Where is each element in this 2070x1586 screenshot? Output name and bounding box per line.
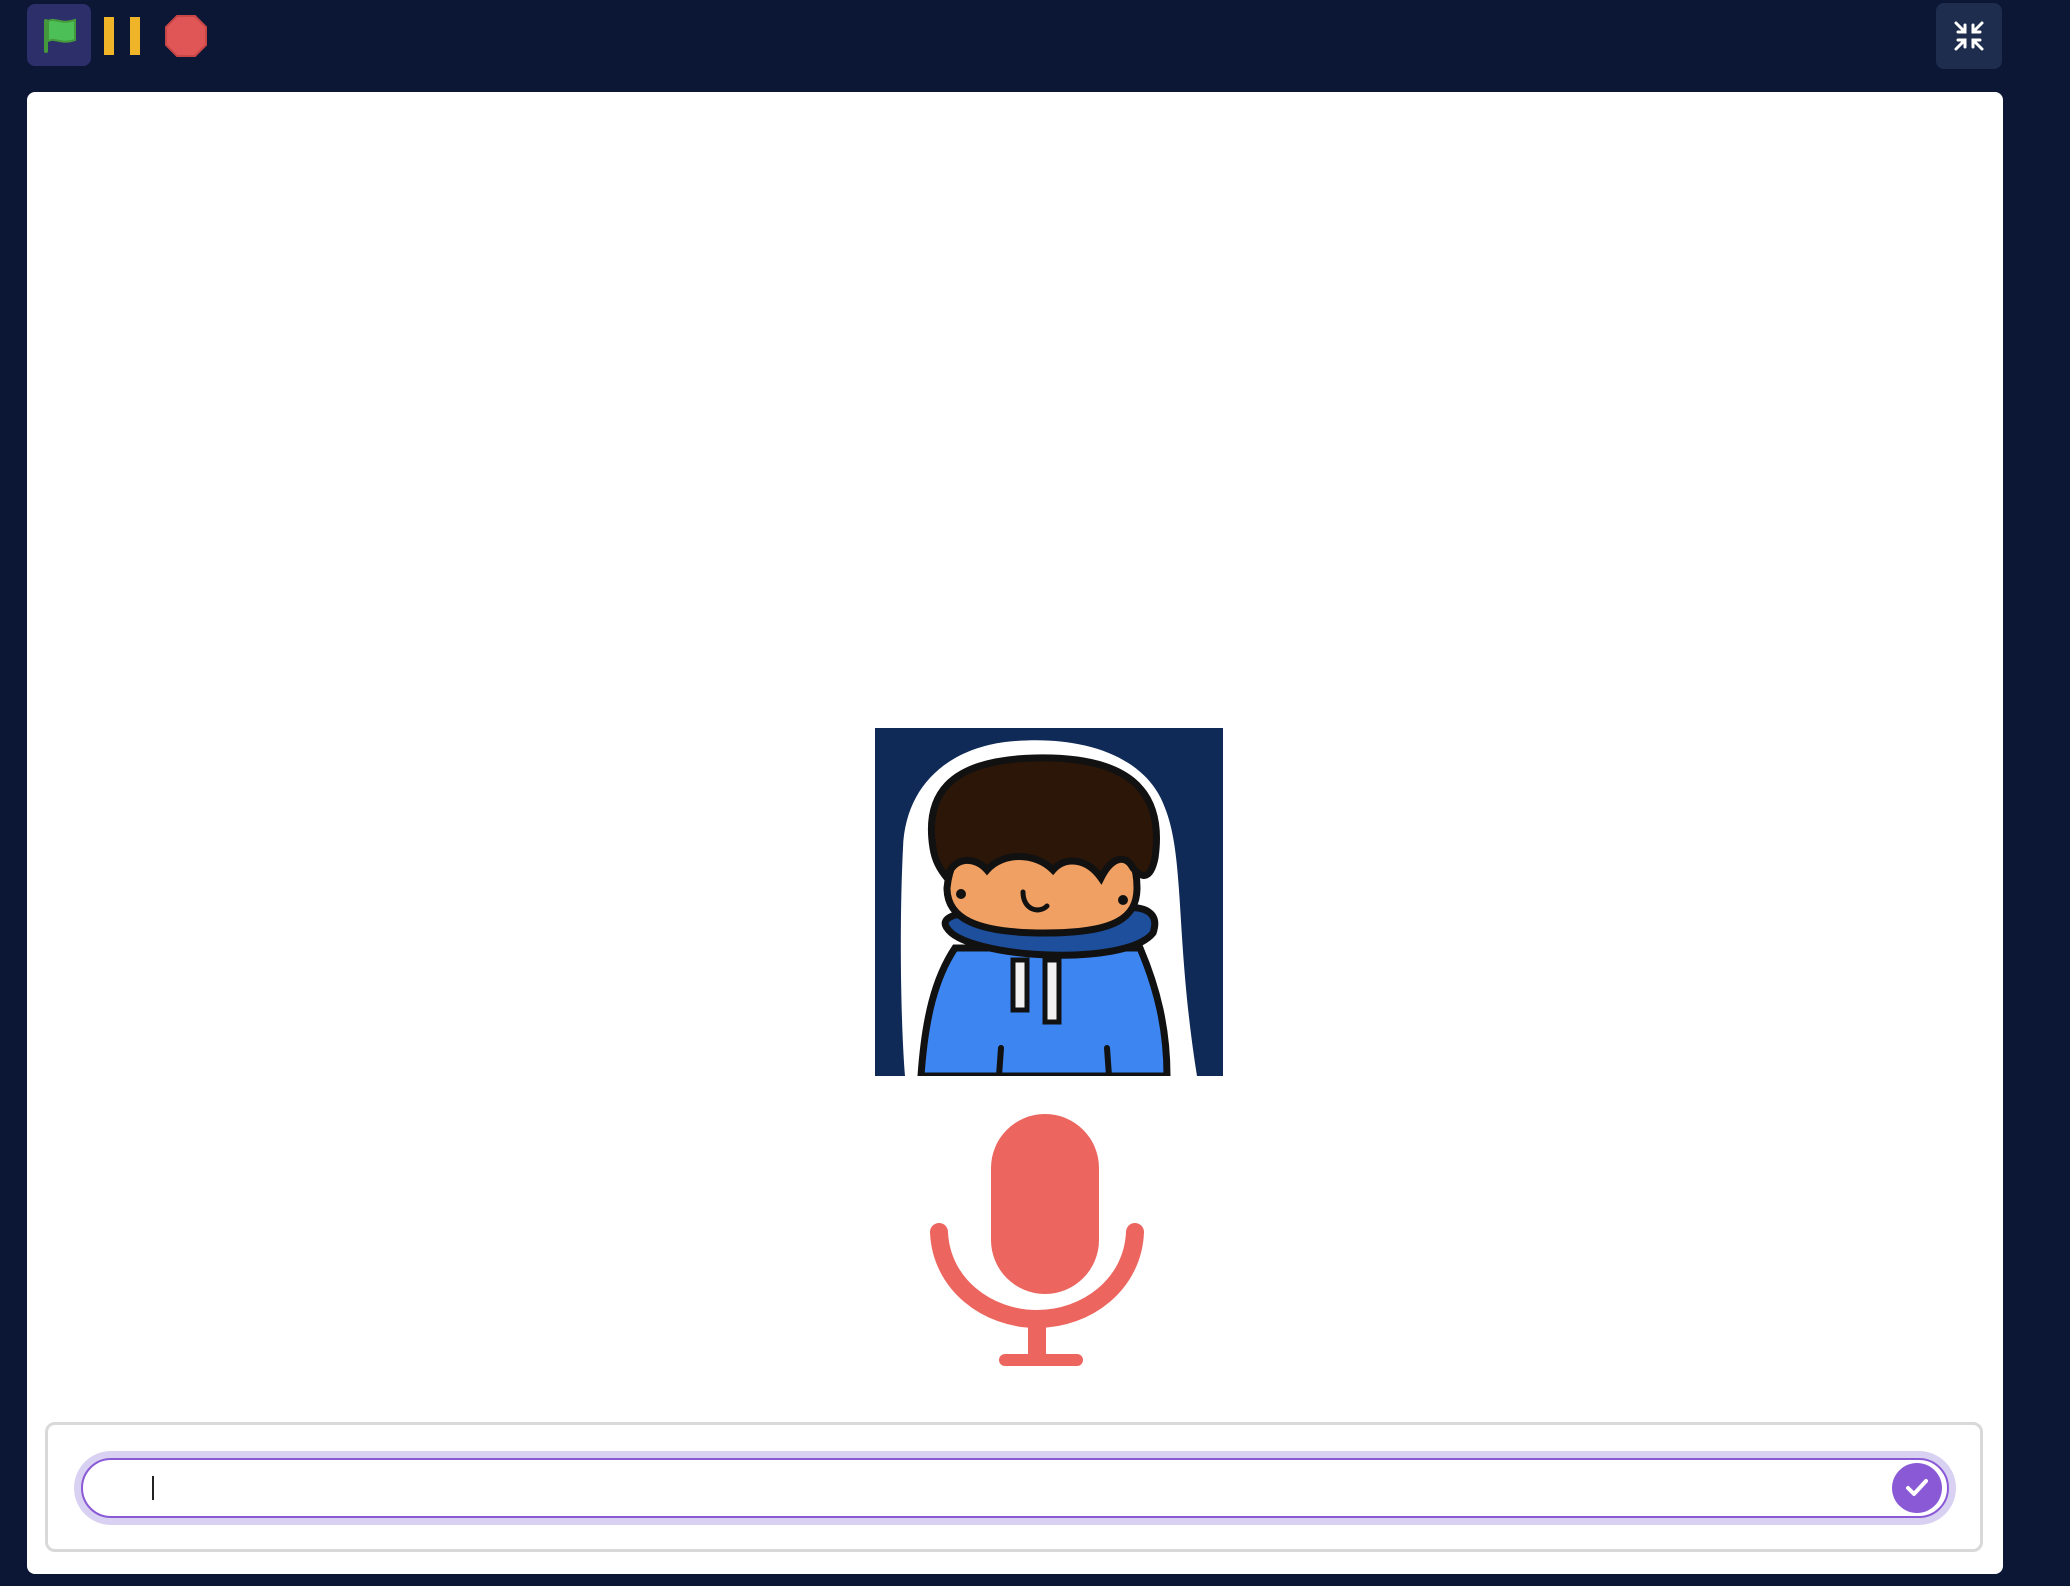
pause-icon: [104, 17, 140, 55]
microphone-icon: [930, 1114, 1144, 1366]
ask-input-container: [74, 1451, 1956, 1525]
pause-button[interactable]: [100, 15, 146, 57]
ask-prompt-box: [45, 1422, 1983, 1552]
green-flag-icon: [44, 18, 76, 53]
text-caret: [152, 1476, 154, 1500]
stop-icon: [165, 15, 207, 57]
checkmark-icon: [1906, 1479, 1928, 1496]
unfullscreen-icon: [1954, 21, 1984, 51]
submit-answer-button[interactable]: [1892, 1463, 1942, 1513]
unfullscreen-button[interactable]: [1936, 3, 2002, 69]
character-sprite[interactable]: [875, 728, 1223, 1080]
hoodie-character-image: [875, 728, 1223, 1080]
microphone-indicator: [927, 1114, 1147, 1384]
player-controls: [0, 0, 2070, 92]
green-flag-button[interactable]: [27, 4, 91, 66]
stop-button[interactable]: [162, 13, 210, 59]
stage[interactable]: [27, 92, 2003, 1574]
answer-input[interactable]: [81, 1458, 1949, 1518]
